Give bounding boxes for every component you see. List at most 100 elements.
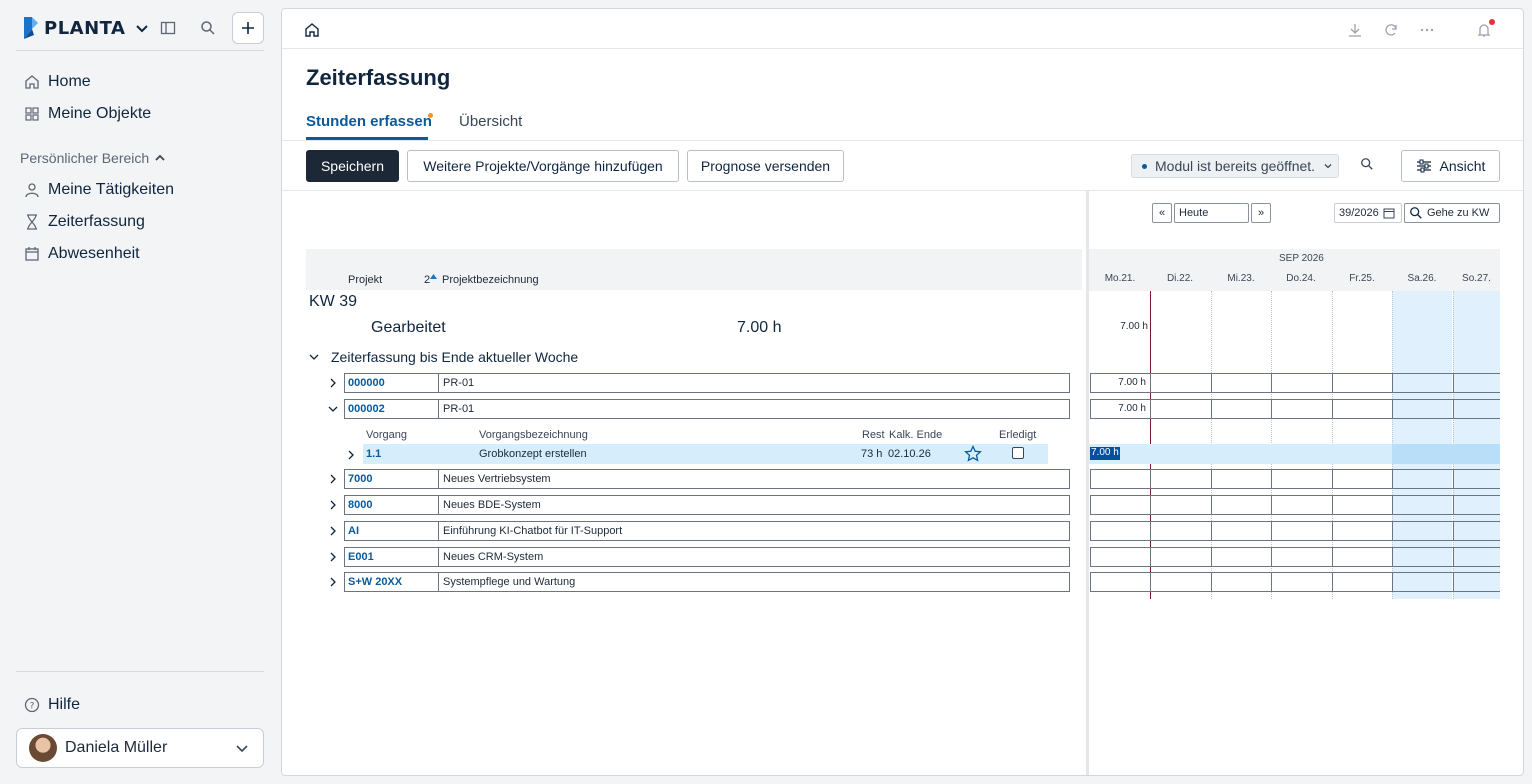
refresh-icon[interactable] [1382,21,1400,39]
nav-hilfe[interactable]: ? Hilfe [24,693,80,717]
chevron-right-icon[interactable] [347,450,355,460]
hours-cell[interactable]: 7.00 h [1090,399,1151,419]
hours-cell[interactable] [1392,521,1454,541]
col-projekt[interactable]: Projekt [348,274,382,286]
task-hours-selected[interactable]: 7.00 h [1090,447,1120,460]
table-row[interactable]: E001 Neues CRM-System [328,547,1070,567]
hours-cell[interactable] [1211,495,1272,515]
hours-cell[interactable] [1332,495,1393,515]
hours-cell[interactable] [1271,399,1333,419]
hours-cell[interactable] [1271,469,1333,489]
project-id[interactable]: AI [345,522,439,540]
hours-cell[interactable] [1453,399,1500,419]
hours-cell[interactable] [1392,469,1454,489]
chevron-down-icon[interactable] [328,403,338,415]
erledigt-checkbox[interactable] [1012,447,1024,459]
group-header[interactable]: Zeiterfassung bis Ende aktueller Woche [309,349,578,365]
nav-abwesenheit[interactable]: Abwesenheit [24,242,140,266]
home-breadcrumb-icon[interactable] [304,22,320,38]
hours-cell[interactable] [1392,572,1454,592]
hours-cell[interactable] [1453,373,1500,393]
chevron-right-icon[interactable] [328,525,338,537]
add-projects-button[interactable]: Weitere Projekte/Vorgänge hinzufügen [407,150,679,182]
task-id[interactable]: 1.1 [366,448,381,460]
hours-cell[interactable] [1150,495,1212,515]
search-icon[interactable] [1360,157,1374,171]
prev-week-button[interactable]: « [1152,203,1172,223]
project-cell[interactable]: AI Einführung KI-Chatbot für IT-Support [344,521,1070,541]
project-id[interactable]: 000002 [345,400,439,418]
hours-cell[interactable] [1211,521,1272,541]
project-cell[interactable]: 000000 PR-01 [344,373,1070,393]
brand-switcher[interactable]: PLANTA [22,14,149,42]
hours-cell[interactable] [1090,495,1151,515]
calendar-picker-icon[interactable] [1383,207,1395,219]
table-row[interactable]: 8000 Neues BDE-System [328,495,1070,515]
next-week-button[interactable]: » [1251,203,1271,223]
hours-cell[interactable] [1150,399,1212,419]
project-cell[interactable]: S+W 20XX Systempflege und Wartung [344,572,1070,592]
project-id[interactable]: S+W 20XX [345,573,439,591]
nav-zeiterfassung[interactable]: Zeiterfassung [24,210,145,234]
hours-cell[interactable] [1392,495,1454,515]
hours-cell[interactable] [1211,399,1272,419]
hours-cell[interactable] [1453,495,1500,515]
hours-cell[interactable] [1332,547,1393,567]
hours-cell[interactable] [1392,547,1454,567]
hours-cell[interactable] [1090,521,1151,541]
hours-cell[interactable] [1150,572,1212,592]
tab-uebersicht[interactable]: Übersicht [459,113,522,130]
project-cell[interactable]: 7000 Neues Vertriebsystem [344,469,1070,489]
chevron-right-icon[interactable] [328,576,338,588]
project-cell[interactable]: 8000 Neues BDE-System [344,495,1070,515]
project-id[interactable]: 000000 [345,374,439,392]
hours-cell[interactable] [1211,572,1272,592]
hours-cell[interactable] [1211,469,1272,489]
hours-cell[interactable] [1271,521,1333,541]
table-row[interactable]: 000000 PR-01 [328,373,1070,393]
table-row[interactable]: 000002 PR-01 [328,399,1070,419]
hours-cell[interactable] [1150,469,1212,489]
save-button[interactable]: Speichern [306,150,399,182]
nav-meine-objekte[interactable]: Meine Objekte [24,102,151,126]
project-id[interactable]: 8000 [345,496,439,514]
hours-cell[interactable]: 7.00 h [1090,373,1151,393]
hours-cell[interactable] [1453,521,1500,541]
module-status-dropdown[interactable]: Modul ist bereits geöffnet. [1131,154,1339,178]
tab-stunden-erfassen[interactable]: Stunden erfassen [306,113,432,130]
more-icon[interactable] [1418,21,1436,39]
hours-cell[interactable] [1453,469,1500,489]
project-cell[interactable]: E001 Neues CRM-System [344,547,1070,567]
today-button[interactable]: Heute [1174,203,1249,223]
week-input[interactable]: 39/2026 [1334,203,1402,223]
chevron-right-icon[interactable] [328,473,338,485]
section-persoenlich-toggle[interactable]: Persönlicher Bereich [20,150,165,166]
table-row[interactable]: S+W 20XX Systempflege und Wartung [328,572,1070,592]
hours-cell[interactable] [1090,572,1151,592]
user-menu[interactable]: Daniela Müller [16,728,264,768]
project-id[interactable]: E001 [345,548,439,566]
hours-cell[interactable] [1332,399,1393,419]
hours-cell[interactable] [1211,373,1272,393]
hours-cell[interactable] [1392,399,1454,419]
hours-cell[interactable] [1150,521,1212,541]
col-projektbezeichnung[interactable]: Projektbezeichnung [442,274,539,286]
hours-cell[interactable] [1271,495,1333,515]
project-cell[interactable]: 000002 PR-01 [344,399,1070,419]
star-icon[interactable] [964,445,982,463]
goto-week-input[interactable]: Gehe zu KW [1404,203,1500,223]
hours-cell[interactable] [1392,373,1454,393]
download-icon[interactable] [1346,21,1364,39]
search-icon[interactable] [198,18,218,38]
hours-cell[interactable] [1090,547,1151,567]
hours-cell[interactable] [1332,521,1393,541]
hours-cell[interactable] [1271,547,1333,567]
hours-cell[interactable] [1332,572,1393,592]
view-button[interactable]: Ansicht [1401,150,1500,182]
hours-cell[interactable] [1453,547,1500,567]
task-row[interactable]: 1.1 Grobkonzept erstellen 73 h 02.10.26 [363,444,1048,464]
forecast-button[interactable]: Prognose versenden [687,150,844,182]
nav-home[interactable]: Home [24,70,91,94]
hours-cell[interactable] [1271,373,1333,393]
hours-cell[interactable] [1090,469,1151,489]
